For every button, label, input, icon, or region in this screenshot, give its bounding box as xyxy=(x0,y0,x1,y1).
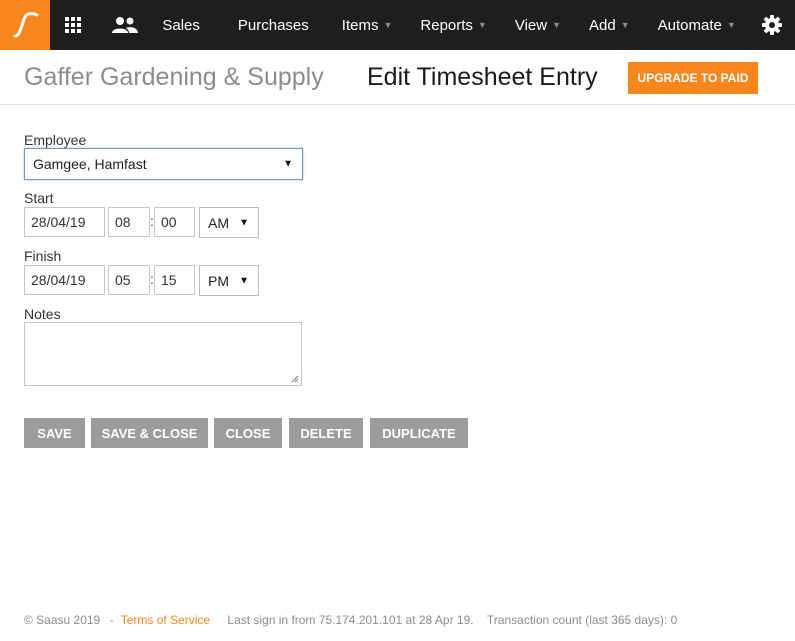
start-hour-input[interactable]: 08 xyxy=(108,207,150,237)
page-header: Gaffer Gardening & Supply Edit Timesheet… xyxy=(0,50,795,105)
nav-automate[interactable]: Automate ▼ xyxy=(644,0,750,50)
nav-purchases[interactable]: Purchases xyxy=(219,0,328,50)
nav-view-label: View xyxy=(514,16,548,34)
gear-icon[interactable] xyxy=(750,0,795,50)
nav-automate-label: Automate xyxy=(657,16,722,34)
contacts-people-icon[interactable] xyxy=(95,0,154,50)
upgrade-to-paid-button[interactable]: UPGRADE TO PAID xyxy=(628,62,758,94)
terms-of-service-link[interactable]: Terms of Service xyxy=(121,613,210,627)
nav-items-label: Items xyxy=(341,16,379,34)
chevron-down-icon: ▼ xyxy=(383,20,393,30)
chevron-down-icon: ▼ xyxy=(552,20,562,30)
employee-select-value: Gamgee, Hamfast xyxy=(33,156,147,172)
nav-add[interactable]: Add ▼ xyxy=(575,0,644,50)
dropdown-arrow-icon: ▼ xyxy=(283,158,293,170)
top-nav: Sales Purchases Items ▼ Reports ▼ View ▼ Ad… xyxy=(0,0,795,50)
save-and-close-button[interactable]: SAVE & CLOSE xyxy=(91,418,208,448)
nav-items[interactable]: Items ▼ xyxy=(328,0,407,50)
duplicate-button[interactable]: DUPLICATE xyxy=(370,418,468,448)
notes-label: Notes xyxy=(24,306,61,322)
nav-reports[interactable]: Reports ▼ xyxy=(406,0,500,50)
apps-grid-icon[interactable] xyxy=(50,0,95,50)
chevron-down-icon: ▼ xyxy=(726,20,736,30)
start-ampm-value: AM xyxy=(208,214,229,231)
footer-transaction-count: Transaction count (last 365 days): 0 xyxy=(486,613,678,627)
start-minute-input[interactable]: 00 xyxy=(154,207,195,237)
company-name: Gaffer Gardening & Supply xyxy=(24,63,324,91)
finish-label: Finish xyxy=(24,248,62,264)
footer-copyright: © Saasu 2019 xyxy=(24,613,101,627)
notes-textarea[interactable] xyxy=(24,322,302,386)
finish-date-input[interactable]: 28/04/19 xyxy=(24,265,105,295)
saasu-logo-icon[interactable] xyxy=(0,0,51,50)
nav-sales[interactable]: Sales xyxy=(154,0,219,50)
close-button[interactable]: CLOSE xyxy=(214,418,282,448)
save-button[interactable]: SAVE xyxy=(24,418,85,448)
chevron-down-icon: ▼ xyxy=(620,20,630,30)
delete-button[interactable]: DELETE xyxy=(289,418,363,448)
employee-label: Employee xyxy=(24,132,87,148)
employee-select[interactable]: Gamgee, Hamfast ▼ xyxy=(24,148,303,180)
finish-hour-input[interactable]: 05 xyxy=(108,265,150,295)
finish-ampm-select[interactable]: PM ▼ xyxy=(199,265,259,296)
nav-add-label: Add xyxy=(589,16,616,34)
finish-ampm-value: PM xyxy=(208,272,229,289)
resize-handle-icon[interactable] xyxy=(291,375,299,383)
start-date-input[interactable]: 28/04/19 xyxy=(24,207,105,237)
nav-sales-label: Sales xyxy=(162,16,200,34)
footer-last-sign-in: Last sign in from 75.174.201.101 at 28 A… xyxy=(227,613,474,627)
nav-reports-label: Reports xyxy=(420,16,473,34)
finish-minute-input[interactable]: 15 xyxy=(154,265,195,295)
chevron-down-icon: ▼ xyxy=(477,20,487,30)
dropdown-arrow-icon: ▼ xyxy=(239,217,249,228)
nav-view[interactable]: View ▼ xyxy=(501,0,575,50)
start-ampm-select[interactable]: AM ▼ xyxy=(199,207,259,238)
start-label: Start xyxy=(24,190,54,206)
dropdown-arrow-icon: ▼ xyxy=(239,275,249,286)
footer: © Saasu 2019 - Terms of Service Last sig… xyxy=(24,613,677,627)
footer-separator: - xyxy=(109,613,114,627)
nav-purchases-label: Purchases xyxy=(237,16,309,34)
page-title: Edit Timesheet Entry xyxy=(367,63,598,91)
